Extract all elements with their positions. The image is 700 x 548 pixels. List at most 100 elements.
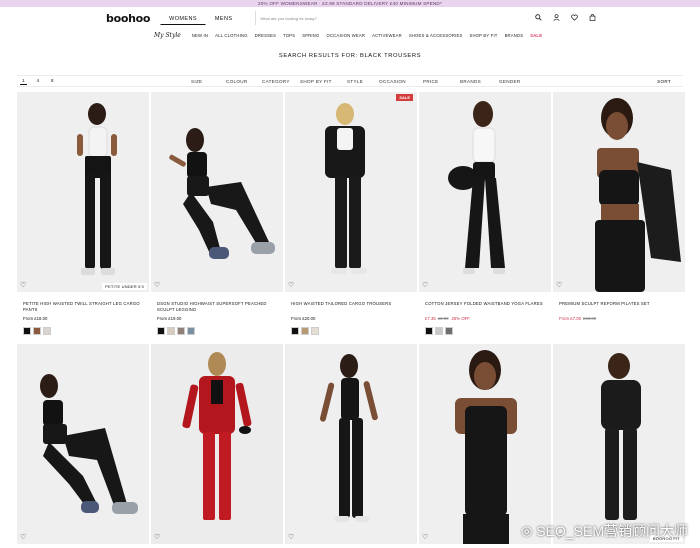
filter-price[interactable]: PRICE: [423, 79, 439, 84]
product-card[interactable]: ♡ DSGN STUDIO HIGHWAIST SUPERSOFT PEACHE…: [151, 92, 283, 335]
product-card[interactable]: ♡ COTTON JERSEY FOLDED WAISTBAND YOGA FL…: [419, 92, 551, 335]
product-card[interactable]: ♡: [151, 344, 283, 544]
product-image[interactable]: ♡: [17, 344, 149, 544]
product-price: From £20.00: [291, 316, 316, 321]
sale-badge: SALE: [396, 94, 413, 101]
product-image[interactable]: BOOHOO FIT ♡: [553, 344, 685, 544]
grid-option-8[interactable]: 8: [49, 77, 56, 85]
product-image[interactable]: ♡: [151, 92, 283, 292]
wishlist-heart-icon[interactable]: ♡: [288, 281, 294, 289]
subnav-sale[interactable]: SALE: [530, 33, 542, 38]
filter-bar: 1 4 8 SIZE COLOUR CATEGORY SHOP BY FIT S…: [17, 75, 683, 87]
logo[interactable]: boohoo: [106, 12, 150, 25]
subnav-occasion-wear[interactable]: OCCASION WEAR: [326, 33, 365, 38]
results-title: SEARCH RESULTS FOR: BLACK TROUSERS: [278, 53, 422, 59]
subnav-shop-by-fit[interactable]: SHOP BY FIT: [469, 33, 497, 38]
colour-swatches: [285, 327, 417, 335]
filter-brands[interactable]: BRANDS: [460, 79, 481, 84]
header-icons: [535, 13, 596, 23]
price-was: £8.00: [437, 316, 449, 321]
product-card[interactable]: ♡: [17, 344, 149, 544]
subnav-activewear[interactable]: ACTIVEWEAR: [372, 33, 402, 38]
swatch-taupe[interactable]: [177, 327, 185, 335]
subnav-dresses[interactable]: DRESSES: [255, 33, 276, 38]
filter-colour[interactable]: COLOUR: [226, 79, 247, 84]
wishlist-heart-icon[interactable]: ♡: [154, 533, 160, 541]
subnav-tops[interactable]: TOPS: [283, 33, 295, 38]
product-price: From £18.00: [23, 316, 48, 321]
weibo-icon: ◎: [520, 523, 533, 538]
filter-occasion[interactable]: OCCASION: [379, 79, 406, 84]
product-card[interactable]: BOOHOO FIT ♡: [553, 344, 685, 544]
grid-size-switcher: 1 4 8: [17, 77, 56, 85]
swatch-khaki[interactable]: [301, 327, 309, 335]
product-card[interactable]: PETITE UNDER 5'3 ♡ PETITE HIGH WAISTED T…: [17, 92, 149, 335]
wishlist-heart-icon[interactable]: ♡: [422, 533, 428, 541]
my-style-link[interactable]: My Style: [154, 32, 181, 39]
price-discount: 25% OFF: [451, 316, 470, 321]
grid-option-1[interactable]: 1: [20, 77, 27, 85]
product-card[interactable]: ♡: [419, 344, 551, 544]
swatch-cream[interactable]: [311, 327, 319, 335]
swatch-charcoal[interactable]: [445, 327, 453, 335]
wishlist-heart-icon[interactable]: ♡: [288, 533, 294, 541]
swatch-black[interactable]: [291, 327, 299, 335]
product-image[interactable]: ♡: [151, 344, 283, 544]
product-image[interactable]: PETITE UNDER 5'3 ♡: [17, 92, 149, 292]
product-image[interactable]: ♡: [285, 344, 417, 544]
swatch-blue[interactable]: [187, 327, 195, 335]
swatch-black[interactable]: [425, 327, 433, 335]
account-icon[interactable]: [553, 13, 560, 23]
tab-womens[interactable]: WOMENS: [160, 11, 206, 25]
search-icon[interactable]: [535, 13, 542, 23]
wishlist-heart-icon[interactable]: ♡: [422, 281, 428, 289]
wishlist-heart-icon[interactable]: ♡: [154, 281, 160, 289]
filter-style[interactable]: STYLE: [347, 79, 363, 84]
product-card[interactable]: ♡: [285, 344, 417, 544]
top-nav: boohoo WOMENS MENS What are you looking …: [0, 7, 700, 29]
product-name[interactable]: DSGN STUDIO HIGHWAIST SUPERSOFT PEACHED …: [151, 301, 283, 313]
product-price: From £7.00 £60.00: [553, 316, 685, 322]
filter-gender[interactable]: GENDER: [499, 79, 520, 84]
filter-category[interactable]: CATEGORY: [262, 79, 290, 84]
bag-icon[interactable]: [589, 13, 596, 23]
product-image[interactable]: SALE ♡: [285, 92, 417, 292]
swatch-black[interactable]: [157, 327, 165, 335]
search-placeholder: What are you looking for today?: [260, 15, 317, 21]
product-name[interactable]: PETITE HIGH WAISTED TWILL STRAIGHT LEG C…: [17, 301, 149, 313]
product-image[interactable]: ♡: [419, 92, 551, 292]
swatch-beige[interactable]: [167, 327, 175, 335]
subnav-all-clothing[interactable]: ALL CLOTHING: [215, 33, 248, 38]
tab-mens[interactable]: MENS: [206, 11, 242, 25]
grid-option-4[interactable]: 4: [35, 77, 42, 85]
promo-banner[interactable]: 20% OFF WOMENSWEAR · £3.99 STANDARD DELI…: [0, 0, 700, 7]
swatch-stone[interactable]: [43, 327, 51, 335]
filter-shop-by-fit[interactable]: SHOP BY FIT: [300, 79, 332, 84]
product-name[interactable]: PREMIUM SCULPT REFORM PILATES SET: [553, 301, 685, 313]
subnav-new-in[interactable]: NEW IN: [192, 33, 208, 38]
subnav-spring[interactable]: SPRING: [302, 33, 319, 38]
wishlist-icon[interactable]: [571, 14, 578, 23]
sort-dropdown[interactable]: SORT: [657, 79, 671, 84]
subnav-brands[interactable]: BRANDS: [505, 33, 524, 38]
swatch-grey[interactable]: [435, 327, 443, 335]
product-image[interactable]: ♡: [553, 92, 685, 292]
wishlist-heart-icon[interactable]: ♡: [20, 533, 26, 541]
swatch-brown[interactable]: [33, 327, 41, 335]
product-name[interactable]: HIGH WAISTED TAILORED CARGO TROUSERS: [285, 301, 417, 313]
filter-size[interactable]: SIZE: [191, 79, 202, 84]
product-name[interactable]: COTTON JERSEY FOLDED WAISTBAND YOGA FLAR…: [419, 301, 551, 313]
product-card[interactable]: SALE ♡ HIGH WAISTED TAILORED CARGO TROUS…: [285, 92, 417, 335]
colour-swatches: [151, 327, 283, 335]
wishlist-heart-icon[interactable]: ♡: [556, 281, 562, 289]
swatch-black[interactable]: [23, 327, 31, 335]
subnav-shoes-accessories[interactable]: SHOES & ACCESSORIES: [409, 33, 463, 38]
search-input[interactable]: What are you looking for today?: [255, 11, 527, 25]
colour-swatches: [17, 327, 149, 335]
product-image[interactable]: ♡: [419, 344, 551, 544]
price-was: £60.00: [582, 316, 597, 321]
product-price: From £19.00: [157, 316, 182, 321]
product-card[interactable]: ♡ PREMIUM SCULPT REFORM PILATES SET From…: [553, 92, 685, 322]
wishlist-heart-icon[interactable]: ♡: [20, 281, 26, 289]
price-now: From £7.00: [559, 316, 581, 321]
